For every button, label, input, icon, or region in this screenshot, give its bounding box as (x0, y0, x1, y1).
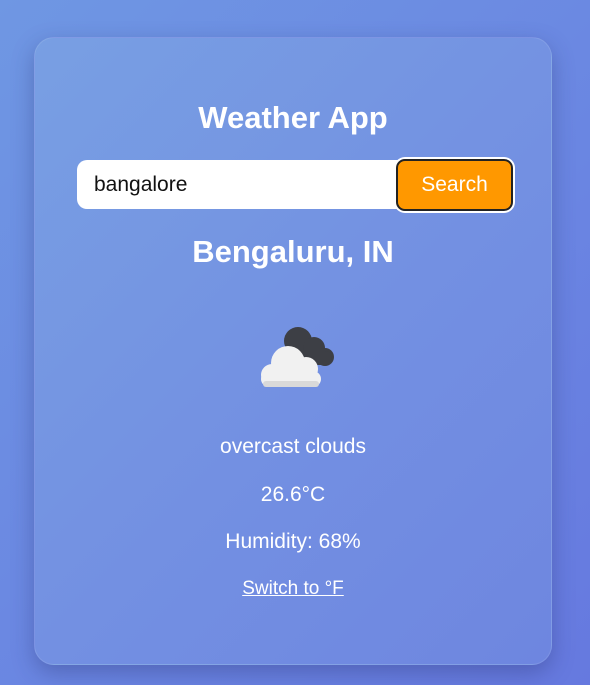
humidity-value: Humidity: 68% (225, 530, 361, 553)
unit-toggle-container: Switch to °F (35, 578, 551, 600)
weather-card: Weather App Search Bengaluru, IN overcas… (34, 37, 552, 665)
search-bar: Search (77, 159, 513, 211)
app-title: Weather App (198, 100, 388, 135)
search-button[interactable]: Search (396, 159, 513, 211)
weather-description: overcast clouds (220, 435, 366, 458)
temperature-value: 26.6°C (260, 483, 326, 506)
unit-toggle-link[interactable]: Switch to °F (242, 578, 344, 599)
overcast-clouds-icon (261, 327, 334, 387)
location-heading: Bengaluru, IN (192, 234, 394, 269)
